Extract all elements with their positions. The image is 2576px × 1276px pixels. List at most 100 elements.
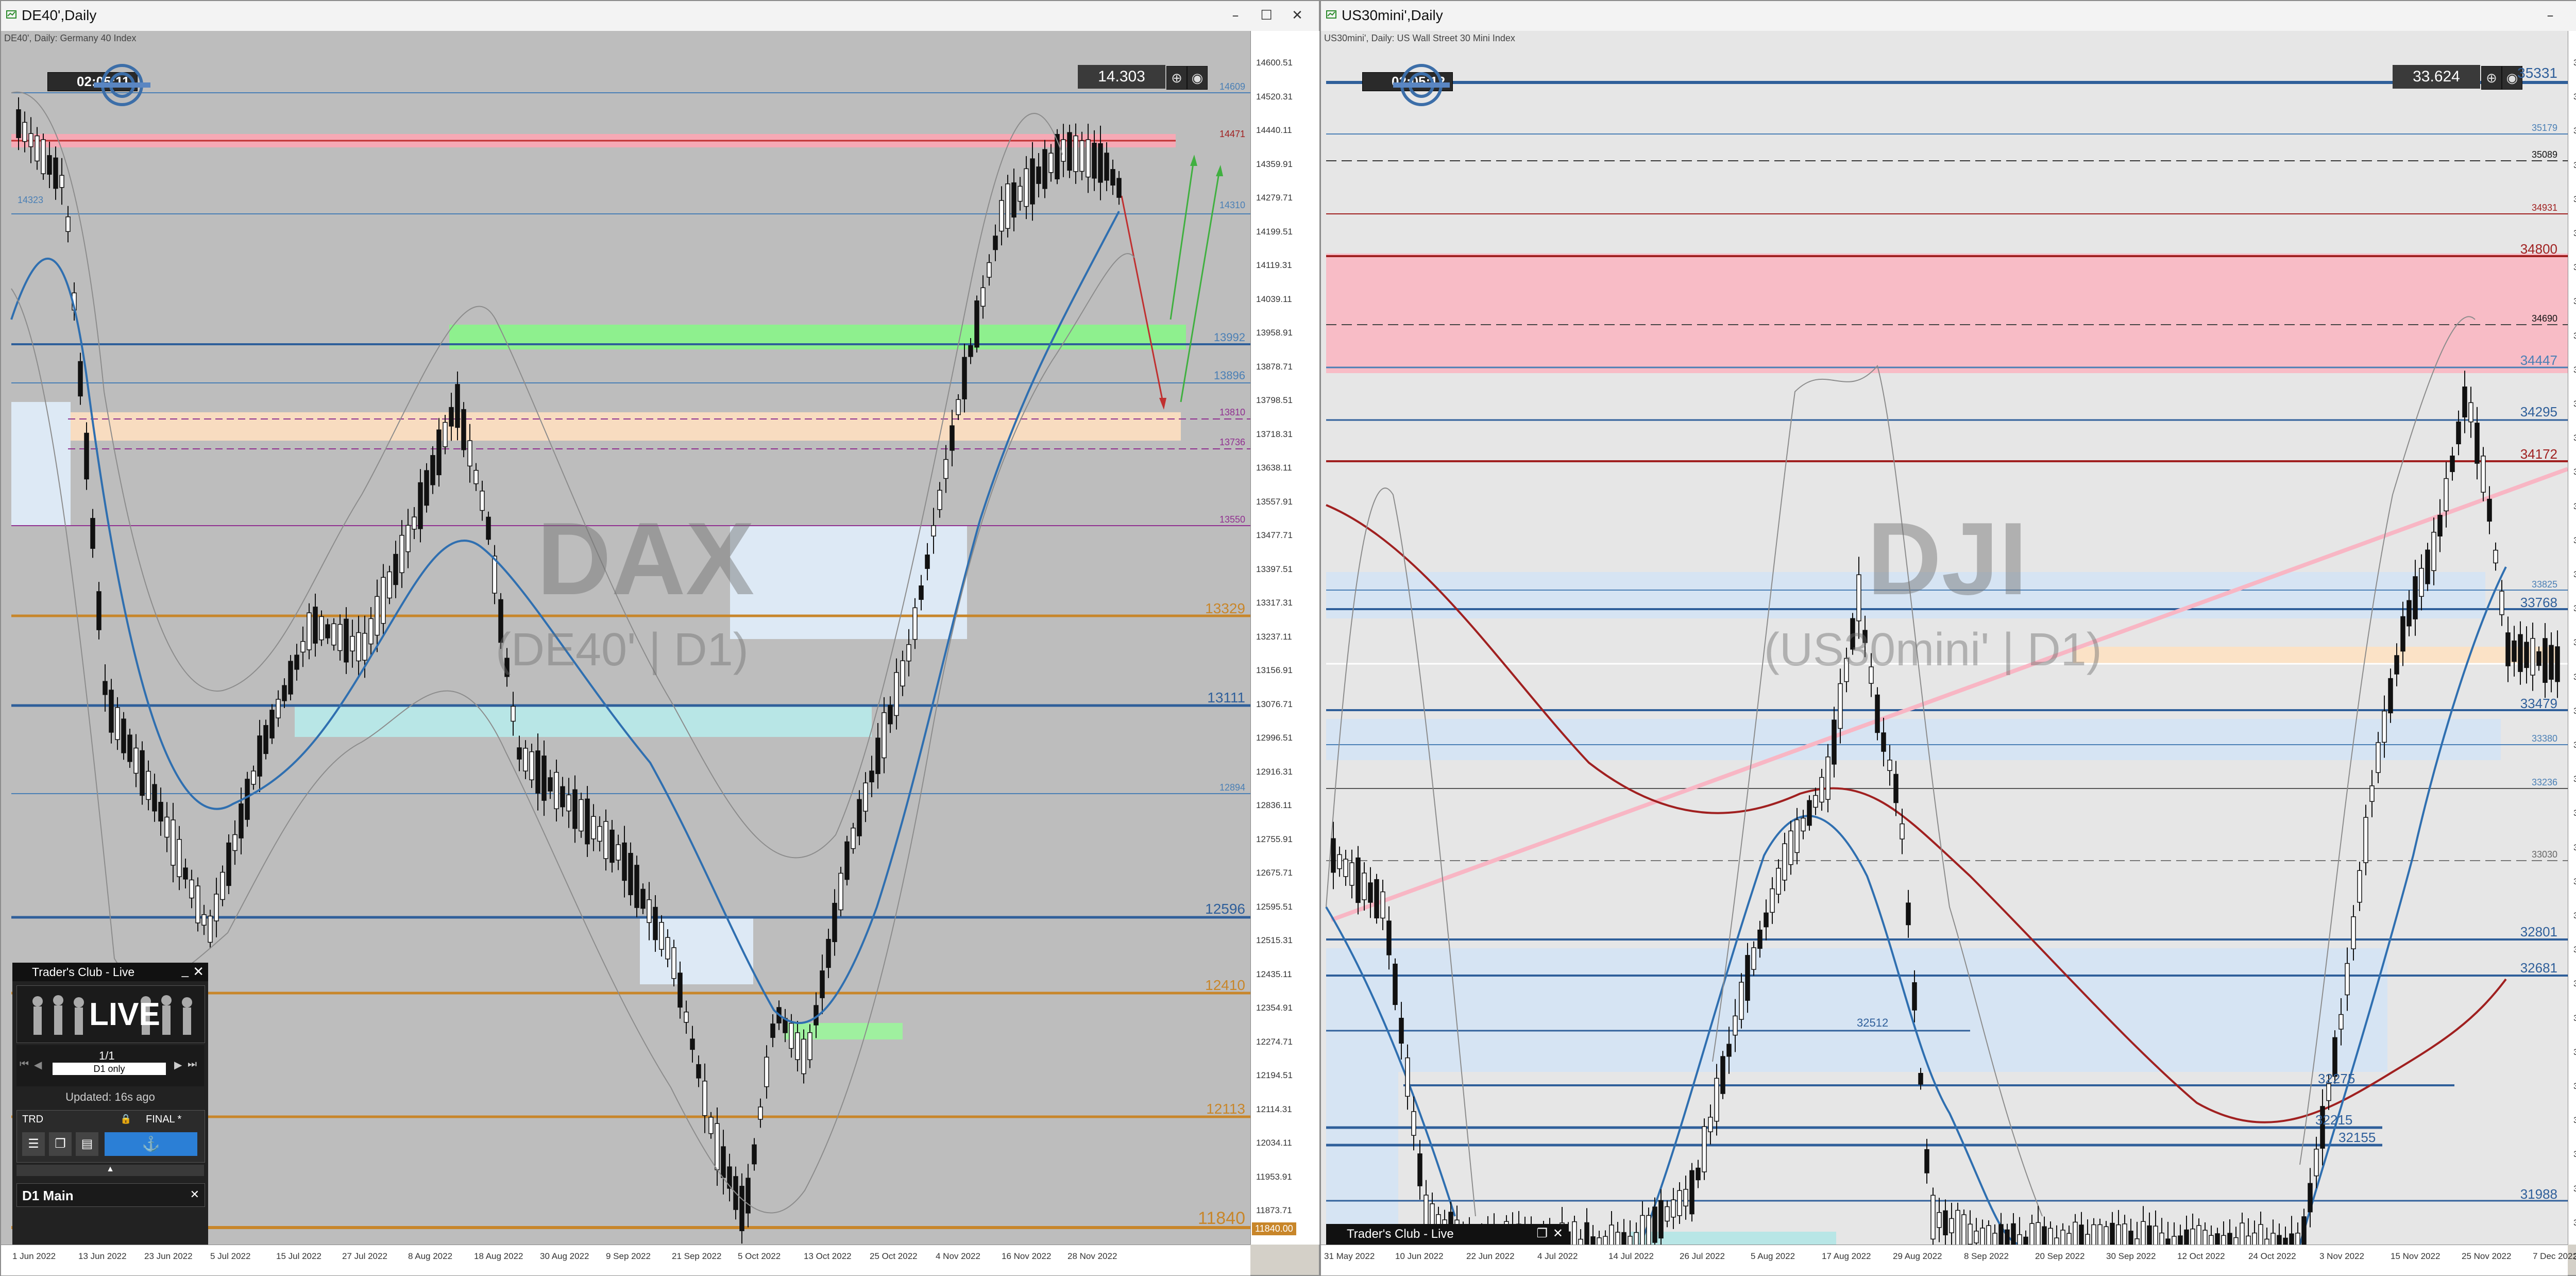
blue-zone-mid [1326,719,2501,760]
section-tab[interactable]: D1 Main ✕ [16,1183,205,1207]
candle-body [2122,1223,2127,1245]
panel-minimize-button[interactable]: _ [182,964,189,978]
section-close-icon[interactable]: ✕ [190,1188,199,1201]
candle-body [1067,132,1072,171]
candle-body [276,699,281,718]
storage-icon[interactable]: ▤ [76,1132,98,1156]
level-label: 12410 [1205,977,1245,993]
first-page-icon[interactable]: ⏮ [20,1059,29,1070]
price-axis-label: 12435.11 [1256,969,1292,979]
price-axis-label: 32159.99 [2573,1149,2576,1160]
last-page-icon[interactable]: ⏭ [188,1059,197,1070]
candle-body [2493,549,2498,564]
candle-body [1968,1223,1973,1245]
maximize-button[interactable]: ☐ [2570,5,2576,26]
date-axis-label: 14 Jul 2022 [1608,1251,1654,1261]
prev-page-icon[interactable]: ◀ [34,1059,42,1071]
dax-price-axis[interactable]: 14600.51 14520.31 14440.11 14359.91 14279.71… [1250,31,1319,1245]
candle-body [715,1123,720,1170]
dji-titlebar[interactable]: US30mini',Daily – ☐ ✕ [1321,1,2576,31]
candle-body [1998,1224,2004,1245]
candle-body [585,798,590,845]
crosshair-tool-icon[interactable]: ⊕ [1166,66,1187,90]
dji-date-axis[interactable]: 31 May 2022 10 Jun 2022 22 Jun 2022 4 Jul 2… [1321,1245,2576,1275]
candle-body [2036,1222,2041,1245]
traders-club-panel-collapsed[interactable]: Trader's Club - Live ❐ ✕ [1326,1224,1568,1245]
dji-chart-window[interactable]: US30mini',Daily – ☐ ✕ [1320,0,2576,1276]
price-axis-label: 12675.71 [1256,868,1293,878]
price-axis-label: 14359.91 [1256,159,1293,169]
panel-close-button[interactable]: ✕ [1553,1226,1563,1241]
candle-body [529,751,534,780]
dji-watermark-sub: (US30mini' | D1) [1764,624,2102,676]
candle-body [183,867,188,880]
dax-titlebar[interactable]: DE40',Daily – ☐ ✕ [1,1,1319,31]
date-axis-label: 13 Oct 2022 [804,1251,852,1261]
candle-body [2240,1222,2245,1245]
candle-body [2406,600,2412,627]
candle-body [1086,139,1091,178]
candle-body [999,200,1004,232]
dax-chart-window[interactable]: DE40',Daily – ☐ ✕ DE40', Daily: Germany … [0,0,1320,1276]
dax-window-title: DE40',Daily [22,7,97,23]
date-axis-label: 27 Jul 2022 [342,1251,387,1261]
price-axis-label: 11953.91 [1256,1171,1292,1182]
date-axis-label: 1 Jun 2022 [12,1251,56,1261]
date-axis-label: 29 Aug 2022 [1893,1251,1942,1261]
candle-body [1011,182,1016,218]
candle-body [35,135,40,162]
level-label: 33380 [2531,733,2557,744]
price-axis-label: 34085.45 [2573,501,2576,511]
candle-body [1079,140,1084,172]
one-click-trade-icon[interactable]: ◉ [1187,66,1208,90]
crosshair-tool-icon[interactable]: ⊕ [2481,66,2502,90]
candle-body [752,1144,757,1165]
candle-body [41,139,46,174]
list-icon[interactable]: ☰ [22,1132,45,1156]
panel-close-button[interactable]: ✕ [193,964,204,980]
candle-body [640,888,646,909]
panel-restore-button[interactable]: ❐ [1536,1226,1548,1241]
candle-body [980,287,986,307]
candle-body [1955,1210,1960,1245]
dji-watermark: DJI [1867,501,2028,616]
dji-plot-area[interactable]: US30mini', Daily: US Wall Street 30 Mini… [1321,31,2568,1245]
level-label: 13992 [1213,331,1245,344]
dji-price-axis[interactable]: 35402.87 35301.51 35200.19 35098.83 34997.51… [2568,31,2576,1262]
candle-body [622,842,627,881]
level-label: 33030 [2531,849,2557,860]
candle-body [1362,872,1367,900]
candle-body [2487,498,2492,522]
candle-body [826,938,831,968]
candle-body [708,1117,714,1134]
candle-body [950,425,955,451]
minimize-button[interactable]: – [2539,5,2562,26]
candle-body [1832,719,1837,765]
candle-body [1597,1237,1602,1245]
dax-date-axis[interactable]: 1 Jun 2022 13 Jun 2022 23 Jun 2022 5 Jul 20… [1,1245,1250,1275]
candle-body [1788,830,1793,865]
candle-body [356,632,361,662]
candle-body [2097,1224,2103,1245]
level-label: 34295 [2520,404,2557,419]
panel-collapse-bar[interactable]: ▲ [16,1165,204,1176]
close-button[interactable]: ✕ [1286,5,1309,26]
candle-body [1974,1231,1979,1244]
filter-select[interactable]: D1 only [53,1063,166,1075]
candle-body [103,681,108,695]
copy-icon[interactable]: ❐ [49,1132,72,1156]
panel-header: Trader's Club - Live [12,963,208,981]
maximize-button[interactable]: ☐ [1255,5,1278,26]
anchor-button[interactable]: ⚓ [105,1132,197,1156]
candle-body [1036,166,1041,184]
date-axis-label: 3 Nov 2022 [2319,1251,2364,1261]
next-page-icon[interactable]: ▶ [174,1059,182,1071]
candle-body [1615,1232,1620,1245]
candle-body [164,816,170,838]
minimize-button[interactable]: – [1224,5,1247,26]
candle-body [1739,982,1744,1020]
dax-plot-area[interactable]: DE40', Daily: Germany 40 Index 02:05:11 … [1,31,1250,1245]
candle-body [28,133,33,147]
traders-club-panel[interactable]: Trader's Club - Live _ ✕ LIVE ⏮ ◀ 1/1 D1… [12,963,208,1245]
candle-body [1042,149,1047,189]
